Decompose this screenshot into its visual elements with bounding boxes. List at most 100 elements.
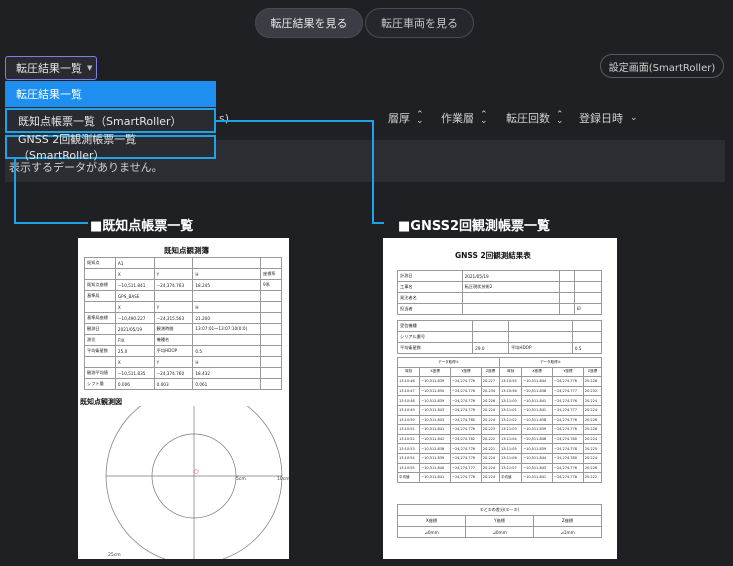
table-row: XYH bbox=[84, 301, 282, 313]
table-cell: 20.224 bbox=[480, 414, 500, 426]
table-row: 13:10:50 −10,511.843 −24,274.780 20.224 13:1… bbox=[396, 414, 603, 426]
table-cell: −10,511.844 bbox=[521, 452, 554, 464]
table-cell: −24,274.777 bbox=[552, 404, 584, 416]
table-cell bbox=[558, 270, 575, 282]
sort-icon: ⌃ ⌄ bbox=[556, 110, 564, 126]
gnss-report-preview[interactable]: GNSS 2回観測結果表 計測日 2021/05/19 工事名 転圧現状技術2 発注者名… bbox=[383, 238, 617, 559]
column-header: Y座標 bbox=[465, 515, 534, 527]
table-cell bbox=[558, 303, 575, 315]
table-cell: 13:10:48 bbox=[396, 395, 421, 406]
view-select-dropdown[interactable]: 転圧結果一覧 ▼ bbox=[5, 56, 97, 80]
table-cell: −10,511.841 bbox=[114, 279, 155, 291]
table-cell: 平均値 bbox=[396, 472, 421, 483]
table-cell: X bbox=[114, 301, 155, 313]
table-row: 13:10:48 −10,511.839 −24,274.776 20.226 13:1… bbox=[396, 395, 603, 406]
table-cell: H bbox=[192, 301, 262, 313]
table-cell: 13:10:47 bbox=[396, 385, 421, 397]
menu-item-gnss-reports[interactable]: GNSS 2回観測帳票一覧（SmartRoller） bbox=[5, 133, 216, 162]
table-cell: X bbox=[114, 268, 155, 280]
column-header: X座標 bbox=[521, 366, 554, 378]
chevron-down-icon: ⌄ bbox=[630, 113, 638, 123]
table-cell: 20.226 bbox=[582, 376, 603, 387]
table-cell bbox=[472, 331, 509, 343]
table-row: 工事名 転圧現状技術2 bbox=[397, 281, 603, 293]
table-row: データ取得① データ取得② bbox=[397, 357, 603, 368]
table-cell bbox=[573, 292, 603, 304]
table-cell bbox=[507, 331, 573, 343]
table-cell: A1 bbox=[114, 257, 155, 269]
table-cell: ⊿0mm bbox=[397, 526, 466, 538]
column-header: 時刻 bbox=[396, 366, 421, 378]
table-cell: 20.224 bbox=[480, 472, 500, 483]
table-cell: 13:10:52 bbox=[396, 433, 421, 445]
table-cell: −24,274.782 bbox=[450, 433, 482, 445]
table-cell: 20.223 bbox=[480, 424, 500, 435]
table-cell: −10,511.841 bbox=[521, 404, 554, 416]
table-cell: 25.0 bbox=[114, 345, 155, 357]
table-cell: X bbox=[114, 356, 155, 368]
table-cell: 座標系 bbox=[260, 268, 282, 280]
column-header-registered-at[interactable]: 登録日時 ⌄ bbox=[579, 109, 638, 127]
column-header-work-layer[interactable]: 作業層 ⌃ ⌄ bbox=[441, 109, 488, 127]
tab-compaction-vehicles[interactable]: 転圧車両を見る bbox=[365, 8, 474, 38]
table-cell: FIX bbox=[114, 334, 155, 346]
report-title: 既知点観測簿 bbox=[164, 246, 209, 255]
table-cell bbox=[573, 270, 603, 282]
table-cell: Y bbox=[153, 301, 194, 313]
menu-item-known-point-reports[interactable]: 既知点帳票一覧（SmartRoller） bbox=[5, 108, 216, 133]
settings-button[interactable]: 設定画面(SmartRoller) bbox=[600, 54, 724, 78]
column-header: Y座標 bbox=[450, 366, 482, 378]
table-row: 観測日 2021/05/19 観測時間 13:07:01〜13:07:10(0:0) bbox=[84, 323, 282, 335]
table-row: 既知点座標 −10,511.841 −24,374.763 18.245 9系 bbox=[84, 279, 282, 291]
table-row: 平均値 −10,511.841 −24,274.778 20.224 平均値 −10,51… bbox=[396, 472, 603, 483]
table-cell: 平均HDOP bbox=[153, 345, 194, 357]
table-cell: −24,374.763 bbox=[153, 279, 194, 291]
table-cell: 20.232 bbox=[582, 385, 603, 397]
table-cell: −24,274.776 bbox=[552, 414, 584, 426]
known-point-report-preview[interactable]: 既知点観測簿 既知点 A1 X Y H 座標系 既知点座標 −10,511.841 −24,37… bbox=[78, 238, 289, 559]
table-cell: −10,511.841 bbox=[521, 395, 554, 406]
table-cell bbox=[571, 331, 603, 343]
column-header-layer-thickness[interactable]: 層厚 ⌃ ⌄ bbox=[388, 109, 424, 127]
table-cell bbox=[260, 323, 282, 335]
table-cell bbox=[260, 312, 282, 324]
table-cell bbox=[260, 356, 282, 368]
table-row: 13:10:51 −10,511.841 −24,274.776 20.223 13:1… bbox=[396, 424, 603, 435]
table-cell bbox=[192, 257, 262, 269]
table-row: 13:10:52 −10,511.842 −24,274.782 20.222 13:1… bbox=[396, 433, 603, 445]
table-cell: 13:10:49 bbox=[396, 404, 421, 416]
table-cell bbox=[192, 334, 262, 346]
table-cell: −10,511.839 bbox=[521, 443, 554, 454]
table-cell bbox=[558, 292, 575, 304]
table-cell: 0.5 bbox=[192, 345, 262, 357]
table-row: 計測日 2021/05/19 bbox=[397, 270, 603, 282]
table-cell: −10,511.839 bbox=[521, 424, 554, 435]
table-row: 13:10:49 −10,511.843 −24,274.776 20.224 13:1… bbox=[396, 404, 603, 416]
table-cell bbox=[260, 290, 282, 302]
column-header-pass-count[interactable]: 転圧回数 ⌃ ⌄ bbox=[506, 109, 564, 127]
gnss-heading: ■GNSS2回観測帳票一覧 bbox=[398, 219, 551, 234]
menu-item-compaction-results[interactable]: 転圧結果一覧 bbox=[5, 81, 216, 107]
callout-line bbox=[372, 222, 384, 224]
gnss-info-table: 計測日 2021/05/19 工事名 転圧現状技術2 発注者名 担当者 印 bbox=[397, 270, 603, 315]
column-header: X座標 bbox=[419, 366, 452, 378]
tab-compaction-results[interactable]: 転圧結果を見る bbox=[255, 8, 363, 38]
table-cell: 20.224 bbox=[582, 452, 603, 464]
table-cell: −24,274.776 bbox=[552, 462, 584, 474]
table-cell: −24,274.776 bbox=[450, 404, 482, 416]
ring-label: 10cm bbox=[277, 476, 289, 482]
table-row: 13:10:54 −10,511.839 −24,274.776 20.224 13:1… bbox=[396, 452, 603, 464]
table-row: 基準局座標 −10,490.227 −24,315.563 21.200 bbox=[84, 312, 282, 324]
callout-line bbox=[14, 222, 88, 224]
table-cell: −24,374.760 bbox=[153, 367, 194, 379]
known-point-table: 既知点 A1 X Y H 座標系 既知点座標 −10,511.841 −24,374.763 18… bbox=[84, 257, 282, 390]
table-cell: 21.200 bbox=[192, 312, 262, 324]
table-cell: 20.225 bbox=[582, 443, 603, 454]
column-label: 登録日時 bbox=[579, 112, 623, 125]
table-cell: 13:10:46 bbox=[396, 376, 421, 387]
table-cell: −10,511.841 bbox=[419, 472, 452, 483]
table-cell: 20.226 bbox=[480, 395, 500, 406]
table-cell bbox=[461, 292, 560, 304]
table-cell: 機種名 bbox=[153, 334, 194, 346]
table-cell bbox=[571, 320, 603, 332]
